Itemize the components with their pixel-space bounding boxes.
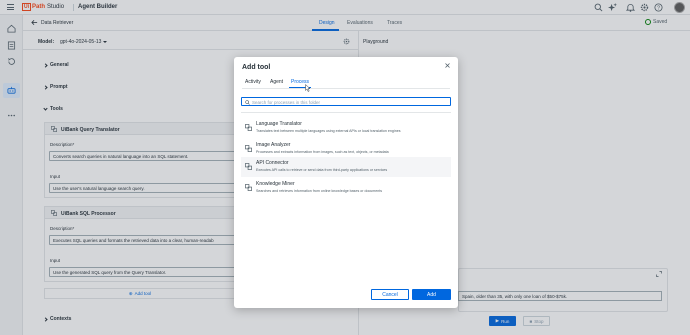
add-button[interactable]: Add bbox=[412, 289, 451, 300]
item-description: Translates text between multiple languag… bbox=[256, 129, 401, 133]
list-item[interactable]: Knowledge Miner Searches and retrieves i… bbox=[241, 178, 451, 198]
process-icon bbox=[245, 124, 252, 131]
close-icon[interactable] bbox=[445, 63, 450, 68]
process-icon bbox=[245, 184, 252, 191]
item-name: API Connector bbox=[256, 160, 289, 166]
mouse-cursor-icon bbox=[305, 84, 311, 92]
tab-activity[interactable]: Activity bbox=[245, 79, 261, 85]
list-item[interactable]: API Connector Executes API calls to retr… bbox=[241, 157, 451, 177]
item-name: Language Translator bbox=[256, 121, 302, 127]
item-description: Executes API calls to retrieve or send d… bbox=[256, 168, 388, 172]
search-placeholder: Search for processes in this folder bbox=[252, 99, 321, 105]
tabs-divider bbox=[242, 88, 450, 89]
process-icon bbox=[245, 145, 252, 152]
item-description: Searches and retrieves information from … bbox=[256, 189, 383, 193]
search-input[interactable]: Search for processes in this folder bbox=[241, 97, 451, 106]
tab-agent[interactable]: Agent bbox=[270, 79, 283, 85]
add-tool-dialog: Add tool Activity Agent Process Search f… bbox=[234, 57, 458, 308]
list-item[interactable]: Language Translator Translates text betw… bbox=[241, 118, 451, 138]
item-description: Processes and extracts information from … bbox=[256, 150, 389, 154]
process-icon bbox=[245, 163, 252, 170]
divider bbox=[241, 112, 451, 113]
list-item[interactable]: Image Analyzer Processes and extracts in… bbox=[241, 139, 451, 159]
search-icon bbox=[245, 100, 250, 105]
cancel-button[interactable]: Cancel bbox=[371, 289, 409, 300]
dialog-title: Add tool bbox=[242, 64, 271, 71]
item-name: Image Analyzer bbox=[256, 142, 291, 148]
item-name: Knowledge Miner bbox=[256, 181, 295, 187]
